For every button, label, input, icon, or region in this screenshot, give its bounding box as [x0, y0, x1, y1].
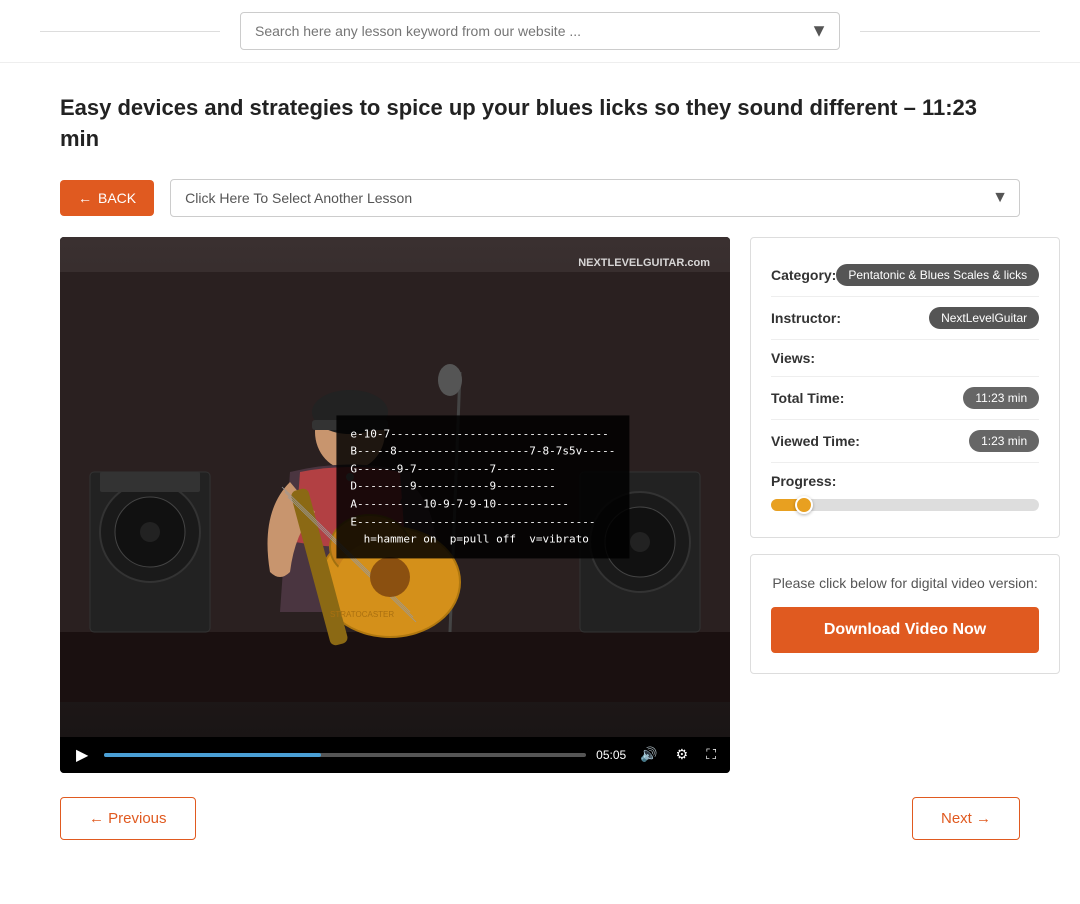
instructor-label: Instructor:: [771, 310, 841, 326]
views-row: Views:: [771, 340, 1039, 377]
top-line-left: [40, 31, 220, 32]
video-progress-bar[interactable]: [104, 753, 586, 757]
controls-row: ← BACK Click Here To Select Another Less…: [60, 179, 1020, 217]
instructor-badge: NextLevelGuitar: [929, 307, 1039, 329]
sidebar-info: Category: Pentatonic & Blues Scales & li…: [750, 237, 1060, 674]
main-content: Easy devices and strategies to spice up …: [0, 63, 1080, 880]
download-button[interactable]: Download Video Now: [771, 607, 1039, 653]
back-label: BACK: [98, 190, 136, 206]
viewed-time-label: Viewed Time:: [771, 433, 860, 449]
video-progress-fill: [104, 753, 321, 757]
top-line-right: [860, 31, 1040, 32]
lesson-select[interactable]: Click Here To Select Another Lesson: [170, 179, 1020, 217]
next-label: Next →: [941, 810, 991, 827]
category-row: Category: Pentatonic & Blues Scales & li…: [771, 254, 1039, 297]
settings-icon[interactable]: ⚙: [672, 744, 693, 765]
previous-label: ← Previous: [89, 810, 167, 827]
video-player: STRATOCASTER e-10-7---------------------…: [60, 237, 730, 773]
total-time-label: Total Time:: [771, 390, 844, 406]
progress-thumb: [795, 496, 813, 514]
lesson-select-wrapper: Click Here To Select Another Lesson ▼: [170, 179, 1020, 217]
svg-text:STRATOCASTER: STRATOCASTER: [330, 610, 394, 619]
viewed-time-badge: 1:23 min: [969, 430, 1039, 452]
progress-track[interactable]: [771, 499, 1039, 511]
next-button[interactable]: Next →: [912, 797, 1020, 840]
back-button[interactable]: ← BACK: [60, 180, 154, 216]
viewed-time-row: Viewed Time: 1:23 min: [771, 420, 1039, 463]
video-controls: ▶ 05:05 🔊 ⚙ ⛶: [60, 737, 730, 773]
page-title: Easy devices and strategies to spice up …: [60, 93, 1020, 155]
progress-label: Progress:: [771, 473, 1039, 489]
fullscreen-icon[interactable]: ⛶: [702, 744, 720, 765]
top-bar: ▼: [0, 0, 1080, 63]
video-frame: STRATOCASTER e-10-7---------------------…: [60, 237, 730, 737]
play-button[interactable]: ▶: [70, 743, 94, 767]
category-label: Category:: [771, 267, 836, 283]
back-arrow-icon: ←: [78, 190, 92, 206]
search-input[interactable]: [240, 12, 840, 50]
download-card: Please click below for digital video ver…: [750, 554, 1060, 674]
total-time-row: Total Time: 11:23 min: [771, 377, 1039, 420]
search-wrapper: ▼: [240, 12, 840, 50]
progress-row: Progress:: [771, 463, 1039, 521]
tab-notation-overlay: e-10-7--------------------------------- …: [336, 415, 629, 558]
navigation-row: ← Previous Next →: [60, 797, 1020, 840]
brand-logo-overlay: NEXTLEVELGUITAR.com: [578, 257, 710, 269]
download-prompt-text: Please click below for digital video ver…: [771, 575, 1039, 591]
volume-icon[interactable]: 🔊: [636, 744, 661, 765]
previous-button[interactable]: ← Previous: [60, 797, 196, 840]
category-badge: Pentatonic & Blues Scales & licks: [836, 264, 1039, 286]
instructor-row: Instructor: NextLevelGuitar: [771, 297, 1039, 340]
views-label: Views:: [771, 350, 815, 366]
info-card: Category: Pentatonic & Blues Scales & li…: [750, 237, 1060, 538]
total-time-badge: 11:23 min: [963, 387, 1039, 409]
content-area: STRATOCASTER e-10-7---------------------…: [60, 237, 1020, 773]
video-time-display: 05:05: [596, 748, 626, 762]
